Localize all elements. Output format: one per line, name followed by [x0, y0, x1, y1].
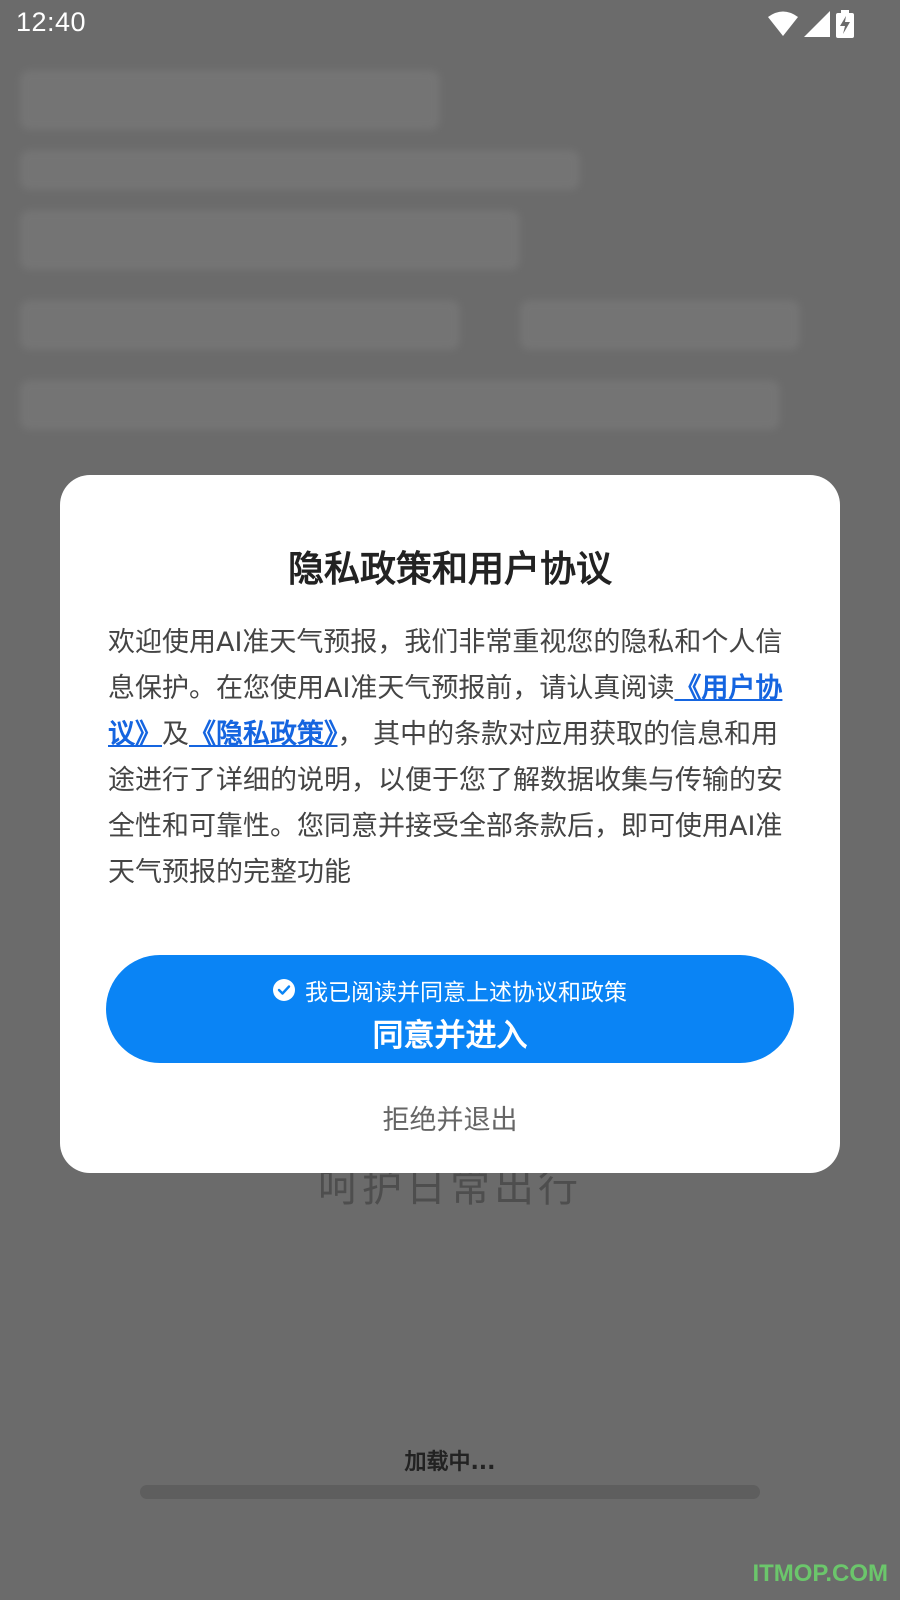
dialog-body: 欢迎使用AI准天气预报，我们非常重视您的隐私和个人信息保护。在您使用AI准天气预…: [108, 620, 794, 896]
consent-text: 我已阅读并同意上述协议和政策: [305, 979, 627, 1005]
app-screen: 呵护日常出行 12:40 隐私政策和用户协议 欢迎使用AI准天气预报，我们非常重…: [0, 0, 900, 1600]
agree-button-label: 同意并进入: [372, 1018, 528, 1053]
signal-icon: [804, 11, 830, 37]
battery-charging-icon: [836, 10, 854, 38]
body-conjunction: 及: [162, 719, 189, 750]
agree-enter-button[interactable]: 我已阅读并同意上述协议和政策 同意并进入: [106, 955, 794, 1063]
status-bar: 12:40: [0, 0, 900, 50]
privacy-policy-link[interactable]: 《隐私政策》: [189, 719, 338, 750]
consent-row[interactable]: 我已阅读并同意上述协议和政策: [106, 973, 794, 1007]
reject-exit-button[interactable]: 拒绝并退出: [0, 1098, 900, 1137]
dialog-title: 隐私政策和用户协议: [287, 549, 612, 590]
watermark: ITMOP.COM: [752, 1560, 888, 1587]
status-icons: [768, 10, 854, 38]
loading-progress-bar: [140, 1485, 760, 1499]
consent-checkbox[interactable]: [273, 979, 295, 1001]
status-time: 12:40: [16, 7, 87, 37]
check-icon: [277, 985, 291, 995]
loading-text: 加载中...: [404, 1450, 496, 1475]
wifi-icon: [768, 11, 798, 36]
